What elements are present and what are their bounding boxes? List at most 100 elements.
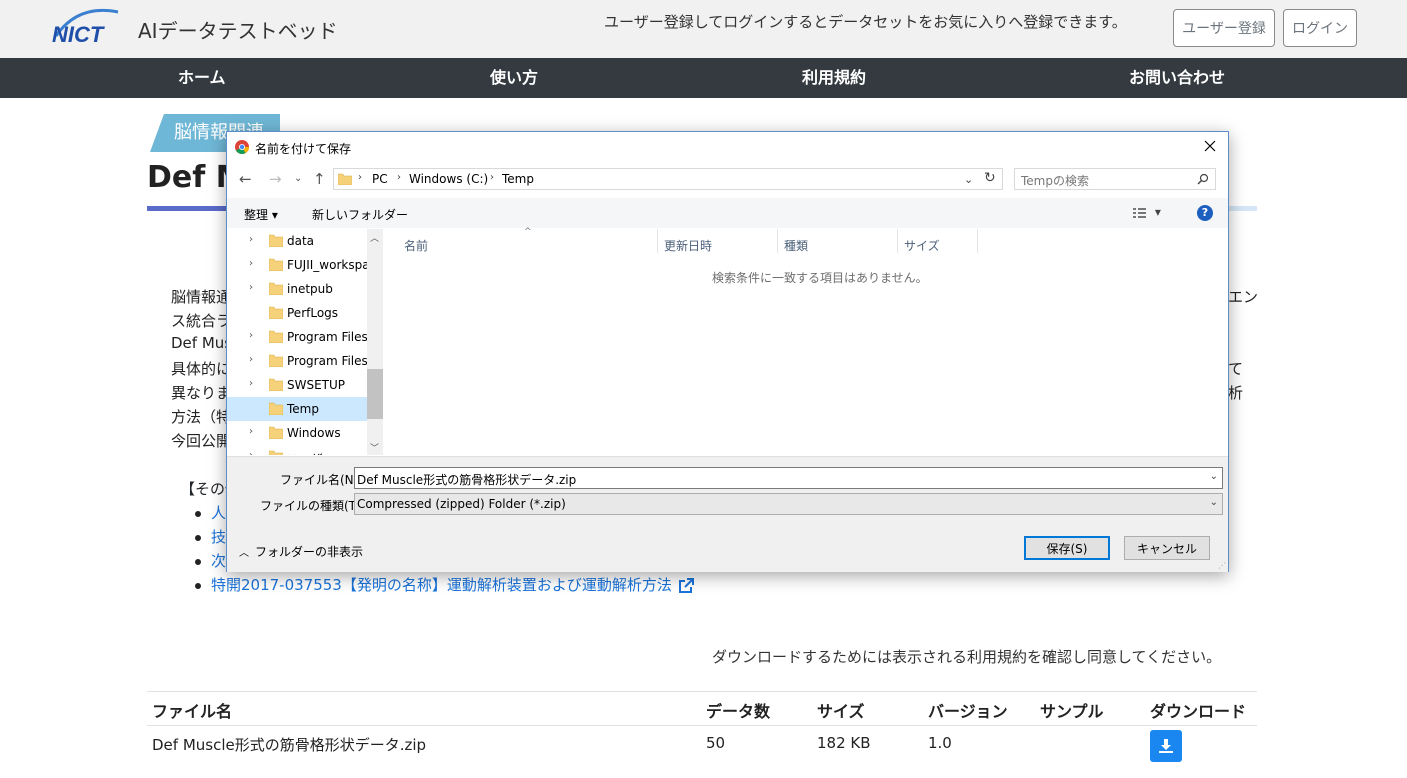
- bullet-dot: [195, 534, 201, 541]
- description-line-end: 析: [1228, 384, 1244, 402]
- tree-item[interactable]: › ユーザー: [227, 445, 367, 455]
- tree-item[interactable]: Temp: [227, 397, 367, 421]
- related-link[interactable]: 人: [195, 502, 226, 523]
- chrome-icon: [235, 140, 249, 154]
- organize-button[interactable]: 整理 ▾: [244, 206, 278, 223]
- dialog-titlebar[interactable]: 名前を付けて保存: [227, 132, 1228, 162]
- chevron-right-icon[interactable]: ›: [249, 234, 253, 245]
- description-line: 異なりま: [171, 384, 232, 402]
- nav-home[interactable]: ホーム: [178, 58, 226, 98]
- tree-item-label: PerfLogs: [287, 306, 339, 320]
- breadcrumb-temp[interactable]: Temp: [502, 172, 534, 186]
- tree-item[interactable]: › inetpub: [227, 277, 367, 301]
- address-bar[interactable]: › PC › Windows (C:) › Temp: [333, 168, 1003, 190]
- site-name[interactable]: AIデータテストベッド: [138, 15, 338, 44]
- related-link[interactable]: 次: [195, 550, 226, 571]
- nav-terms[interactable]: 利用規約: [802, 58, 866, 98]
- login-button[interactable]: ログイン: [1283, 9, 1357, 47]
- col-header-sample: サンプル: [1040, 702, 1104, 721]
- download-button[interactable]: [1150, 730, 1182, 762]
- tree-item[interactable]: › Program Files: [227, 325, 367, 349]
- patent-link[interactable]: 特開2017-037553【発明の名称】運動解析装置および運動解析方法: [195, 574, 694, 595]
- dialog-title: 名前を付けて保存: [255, 142, 352, 156]
- new-folder-button[interactable]: 新しいフォルダー: [312, 206, 408, 223]
- up-icon[interactable]: ↑: [313, 170, 326, 188]
- tree-item[interactable]: › Program Files (: [227, 349, 367, 373]
- tree-item[interactable]: › FUJII_workspac: [227, 253, 367, 277]
- tree-item[interactable]: › data: [227, 229, 367, 253]
- tree-item[interactable]: PerfLogs: [227, 301, 367, 325]
- description-line: 脳情報通: [171, 288, 232, 306]
- chevron-right-icon[interactable]: ›: [249, 450, 253, 455]
- breadcrumb-pc[interactable]: PC: [372, 172, 388, 186]
- help-icon[interactable]: ?: [1197, 205, 1213, 221]
- address-dropdown-icon[interactable]: ⌄: [964, 173, 973, 186]
- column-separator[interactable]: [897, 229, 898, 253]
- scroll-up-icon[interactable]: ︿: [370, 231, 379, 244]
- description-line: Def Mus: [171, 334, 233, 352]
- hide-folders-toggle[interactable]: ︿ フォルダーの非表示: [239, 543, 363, 560]
- bullet-dot: [195, 582, 201, 589]
- filetype-select[interactable]: Compressed (zipped) Folder (*.zip) ⌄: [354, 493, 1223, 515]
- refresh-icon[interactable]: ↻: [984, 170, 996, 186]
- col-header-count: データ数: [706, 702, 771, 721]
- description-line: 具体的に: [171, 360, 232, 378]
- save-button[interactable]: 保存(S): [1024, 536, 1110, 560]
- folder-tree: › data › FUJII_workspac › inetpub PerfLogs › Pro…: [227, 229, 367, 455]
- list-col-modified[interactable]: 更新日時: [664, 237, 712, 254]
- scroll-down-icon[interactable]: ﹀: [370, 441, 379, 454]
- folder-icon: [269, 306, 283, 319]
- view-options-button[interactable]: ▾: [1133, 205, 1161, 219]
- tree-item-label: Program Files (: [287, 354, 367, 368]
- chevron-right-icon[interactable]: ›: [249, 330, 253, 341]
- back-icon[interactable]: ←: [239, 170, 252, 188]
- tree-item[interactable]: › Windows: [227, 421, 367, 445]
- list-col-type[interactable]: 種類: [784, 237, 808, 254]
- tree-item[interactable]: › SWSETUP: [227, 373, 367, 397]
- list-col-size[interactable]: サイズ: [904, 237, 940, 254]
- chevron-right-icon[interactable]: ›: [249, 426, 253, 437]
- search-input[interactable]: Tempの検索: [1014, 168, 1216, 190]
- search-placeholder: Tempの検索: [1021, 174, 1089, 188]
- folder-icon: [269, 426, 283, 439]
- recent-dropdown-icon[interactable]: ⌄: [294, 173, 302, 184]
- nav-usage[interactable]: 使い方: [490, 58, 538, 98]
- column-separator[interactable]: [977, 229, 978, 253]
- breadcrumb-windows[interactable]: Windows (C:): [409, 172, 488, 186]
- tree-item-label: FUJII_workspac: [287, 258, 367, 272]
- cancel-button[interactable]: キャンセル: [1124, 536, 1210, 560]
- view-list-icon: [1133, 207, 1146, 218]
- related-link[interactable]: 技: [195, 526, 226, 547]
- chevron-right-icon[interactable]: ›: [249, 354, 253, 365]
- folder-icon: [269, 450, 283, 455]
- header-message: ユーザー登録してログインするとデータセットをお気に入りへ登録できます。: [604, 13, 1127, 31]
- folder-icon: [269, 330, 283, 343]
- nav-contact[interactable]: お問い合わせ: [1129, 58, 1225, 98]
- filename-input[interactable]: Def Muscle形式の筋骨格形状データ.zip ⌄: [354, 467, 1223, 489]
- cell-version: 1.0: [928, 734, 952, 752]
- filetype-label: ファイルの種類(T):: [260, 499, 365, 513]
- tree-item-label: SWSETUP: [287, 378, 346, 392]
- chevron-down-icon[interactable]: ⌄: [1210, 471, 1218, 482]
- chevron-right-icon[interactable]: ›: [249, 378, 253, 389]
- cell-size: 182 KB: [817, 734, 871, 752]
- download-icon: [1159, 739, 1173, 753]
- tree-item-label: data: [287, 234, 315, 248]
- resize-grip-icon[interactable]: ⋰: [1218, 561, 1226, 570]
- folder-icon: [269, 234, 283, 247]
- close-icon[interactable]: [1202, 137, 1218, 155]
- column-separator[interactable]: [657, 229, 658, 253]
- breadcrumb-separator: ›: [490, 172, 494, 183]
- chevron-down-icon[interactable]: ⌄: [1210, 497, 1218, 508]
- nict-logo[interactable]: NICT: [48, 6, 122, 48]
- description-line-end: て: [1228, 360, 1244, 378]
- register-button[interactable]: ユーザー登録: [1173, 9, 1275, 47]
- scrollbar-thumb[interactable]: [367, 369, 383, 419]
- list-col-name[interactable]: 名前: [404, 237, 428, 254]
- forward-icon[interactable]: →: [269, 170, 282, 188]
- tree-scrollbar[interactable]: ︿ ﹀: [367, 229, 383, 455]
- chevron-right-icon[interactable]: ›: [249, 258, 253, 269]
- chevron-right-icon[interactable]: ›: [249, 282, 253, 293]
- column-separator[interactable]: [777, 229, 778, 253]
- col-header-download: ダウンロード: [1150, 702, 1247, 721]
